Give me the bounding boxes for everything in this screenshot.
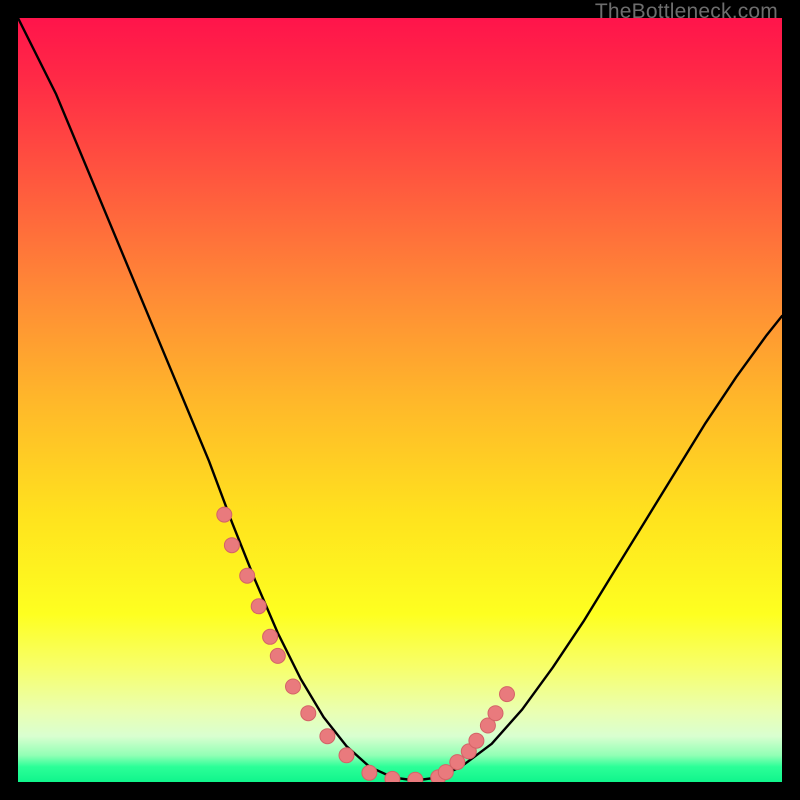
curve-bead (320, 729, 335, 744)
curve-bead (385, 771, 400, 782)
curve-bead (224, 538, 239, 553)
curve-bead (286, 679, 301, 694)
curve-bead (263, 629, 278, 644)
curve-bead (217, 507, 232, 522)
curve-layer (18, 18, 782, 782)
curve-bead (270, 648, 285, 663)
curve-bead (450, 755, 465, 770)
curve-beads (217, 507, 515, 782)
chart-frame (18, 18, 782, 782)
curve-bead (500, 687, 515, 702)
curve-bead (362, 765, 377, 780)
curve-bead (240, 568, 255, 583)
curve-bead (469, 733, 484, 748)
curve-bead (251, 599, 266, 614)
bottleneck-curve-path (18, 18, 782, 781)
curve-bead (408, 772, 423, 782)
watermark-label: TheBottleneck.com (595, 0, 778, 24)
bottleneck-curve (18, 18, 782, 781)
curve-bead (301, 706, 316, 721)
plot-area (18, 18, 782, 782)
curve-bead (339, 748, 354, 763)
curve-bead (488, 706, 503, 721)
